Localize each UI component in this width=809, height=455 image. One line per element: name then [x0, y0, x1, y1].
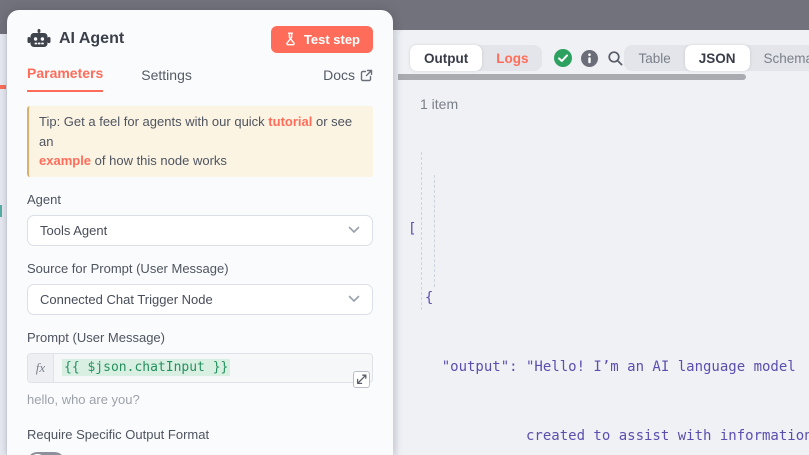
chevron-down-icon: [348, 226, 360, 234]
json-line: [: [408, 218, 809, 241]
items-count: 1 item: [420, 96, 809, 112]
tab-table[interactable]: Table: [624, 45, 684, 71]
tip-text: Tip: Get a feel for agents with our quic…: [39, 114, 268, 129]
test-step-button[interactable]: Test step: [271, 26, 373, 53]
json-line: {: [408, 287, 809, 310]
external-link-icon: [360, 69, 373, 82]
tab-output[interactable]: Output: [410, 45, 482, 71]
input-panel-edge: [0, 34, 7, 455]
expression-preview: hello, who are you?: [27, 392, 373, 407]
prompt-source-value: Connected Chat Trigger Node: [40, 292, 213, 307]
scrollbar-thumb[interactable]: [398, 74, 746, 80]
view-mode-tabgroup: Table JSON Schema: [624, 45, 809, 71]
agent-select[interactable]: Tools Agent: [27, 215, 373, 246]
test-step-label: Test step: [304, 32, 360, 47]
chevron-down-icon: [348, 295, 360, 303]
json-viewer[interactable]: [ { "output": "Hello! I’m an AI language…: [408, 126, 809, 455]
prompt-source-select[interactable]: Connected Chat Trigger Node: [27, 284, 373, 315]
robot-icon: [27, 28, 51, 50]
node-title: AI Agent: [59, 30, 124, 48]
docs-link[interactable]: Docs: [323, 67, 373, 92]
docs-label: Docs: [323, 67, 355, 83]
output-logs-tabgroup: Output Logs: [410, 45, 542, 71]
tab-logs[interactable]: Logs: [482, 45, 542, 71]
prompt-expression-field[interactable]: fx {{ $json.chatInput }}: [27, 353, 373, 383]
tab-schema[interactable]: Schema: [750, 45, 809, 71]
parameters-body: Tip: Get a feel for agents with our quic…: [7, 92, 393, 455]
source-field-label: Source for Prompt (User Message): [27, 261, 373, 276]
tab-json[interactable]: JSON: [685, 45, 750, 71]
output-status-icons: [554, 49, 624, 67]
output-toolbar: Output Logs Table JSON Schema: [398, 30, 809, 71]
node-settings-panel: AI Agent Test step Parameters Settings D…: [7, 10, 393, 455]
agent-select-value: Tools Agent: [40, 223, 107, 238]
prompt-field-label: Prompt (User Message): [27, 330, 373, 345]
output-format-label: Require Specific Output Format: [27, 427, 373, 442]
expand-expression-button[interactable]: [353, 371, 370, 388]
fx-badge: fx: [28, 354, 54, 382]
indent-guide: [421, 152, 422, 310]
indent-guide: [434, 175, 435, 287]
connector-mark: [0, 205, 2, 217]
tab-settings[interactable]: Settings: [141, 67, 192, 92]
tab-parameters[interactable]: Parameters: [27, 65, 103, 92]
json-line: "output": "Hello! I’m an AI language mod…: [408, 356, 809, 379]
tip-text: of how this node works: [91, 153, 227, 168]
example-link[interactable]: example: [39, 153, 91, 168]
canvas-edge: [0, 0, 7, 34]
agent-field-label: Agent: [27, 192, 373, 207]
input-panel-accent-mark: [0, 85, 6, 89]
expression-value[interactable]: {{ $json.chatInput }}: [62, 359, 230, 376]
tip-callout: Tip: Get a feel for agents with our quic…: [27, 106, 373, 177]
success-check-icon: [554, 49, 572, 67]
panel-header: AI Agent Test step Parameters Settings D…: [7, 10, 393, 92]
horizontal-scrollbar[interactable]: ◂: [398, 74, 809, 80]
json-line: created to assist with information,: [408, 425, 809, 448]
info-icon[interactable]: [580, 49, 598, 67]
output-panel: Output Logs Table JSON Schema ◂ 1 item [: [398, 30, 809, 455]
tutorial-link[interactable]: tutorial: [268, 114, 312, 129]
settings-tabs: Parameters Settings Docs: [27, 62, 373, 92]
search-icon[interactable]: [606, 49, 624, 67]
output-format-toggle[interactable]: [27, 452, 65, 455]
flask-icon: [284, 32, 297, 46]
